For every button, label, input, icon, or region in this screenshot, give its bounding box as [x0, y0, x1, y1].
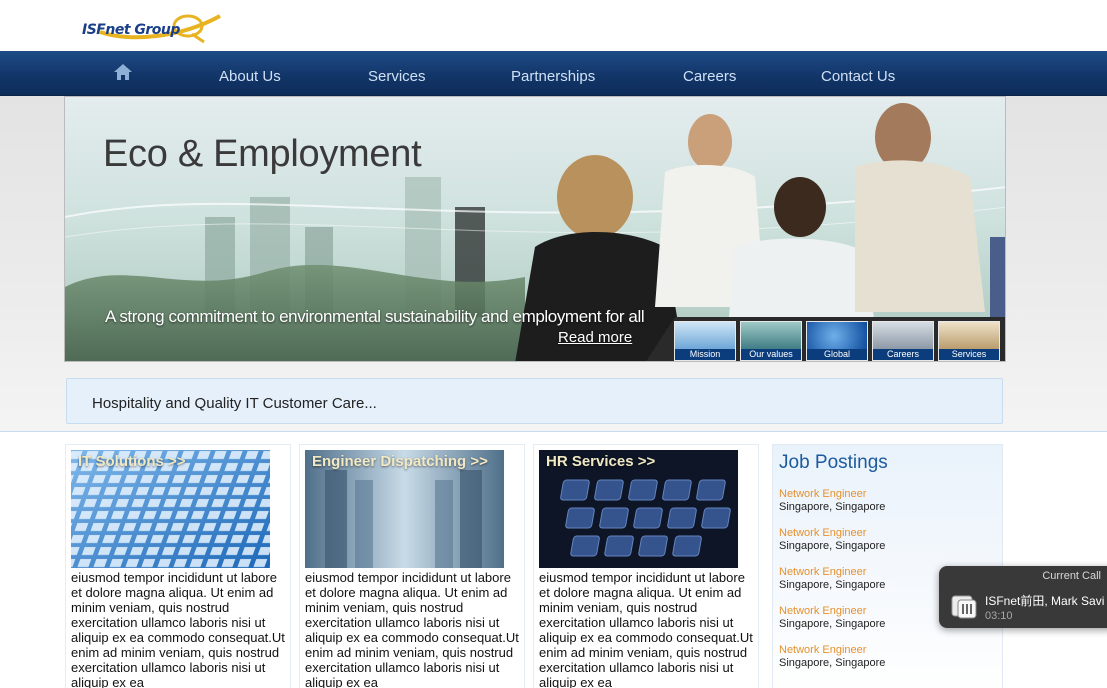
- job-posting: Network Engineer Singapore, Singapore: [779, 527, 979, 553]
- nav-contact-us[interactable]: Contact Us: [821, 51, 895, 96]
- customer-care-text: Hospitality and Quality IT Customer Care…: [92, 395, 377, 412]
- hr-services-column: HR Services >> eiusmod tempor incididunt…: [533, 444, 759, 688]
- hero-title: Eco & Employment: [103, 133, 422, 175]
- nav-partnerships[interactable]: Partnerships: [511, 51, 595, 96]
- job-posting: Network Engineer Singapore, Singapore: [779, 644, 979, 670]
- thumb-our-values[interactable]: Our values: [740, 321, 802, 361]
- it-solutions-image[interactable]: IT Solutions >>: [71, 450, 270, 568]
- globe-thumbnail-image: [807, 322, 867, 350]
- main-nav: About Us Services Partnerships Careers C…: [0, 51, 1107, 96]
- thumb-careers[interactable]: Careers: [872, 321, 934, 361]
- job-title-link[interactable]: Network Engineer: [779, 488, 979, 501]
- hero-tagline: A strong commitment to environmental sus…: [105, 307, 645, 326]
- thumb-services[interactable]: Services: [938, 321, 1000, 361]
- job-location: Singapore, Singapore: [779, 540, 886, 552]
- header-logo-bar: ISFnet Group: [0, 0, 1107, 51]
- engineer-dispatching-link[interactable]: Engineer Dispatching >>: [312, 453, 488, 470]
- thumb-label: Our values: [741, 349, 801, 360]
- site-logo[interactable]: ISFnet Group: [80, 8, 228, 44]
- thumb-label: Careers: [873, 349, 933, 360]
- home-icon[interactable]: [113, 62, 133, 82]
- nav-services[interactable]: Services: [368, 51, 426, 96]
- thumb-mission[interactable]: Mission: [674, 321, 736, 361]
- thumb-label: Mission: [675, 349, 735, 360]
- phone-app-icon: [950, 592, 978, 620]
- job-title-link[interactable]: Network Engineer: [779, 527, 979, 540]
- nav-about-us[interactable]: About Us: [219, 51, 281, 96]
- customer-care-banner: Hospitality and Quality IT Customer Care…: [66, 378, 1003, 424]
- logo-text: ISFnet Group: [82, 22, 180, 38]
- caller-name: ISFnet前田, Mark Savi: [985, 594, 1105, 608]
- call-header: Current Call: [1042, 570, 1101, 582]
- job-location: Singapore, Singapore: [779, 657, 886, 669]
- mission-thumbnail-image: [675, 322, 735, 350]
- job-location: Singapore, Singapore: [779, 501, 886, 513]
- job-posting: Network Engineer Singapore, Singapore: [779, 488, 979, 514]
- hero-banner: Eco & Employment A strong commitment to …: [64, 96, 1006, 362]
- call-duration: 03:10: [985, 610, 1013, 622]
- read-more-link[interactable]: Read more: [558, 329, 632, 346]
- careers-thumbnail-image: [873, 322, 933, 350]
- values-thumbnail-image: [741, 322, 801, 350]
- engineer-dispatching-text: eiusmod tempor incididunt ut labore et d…: [305, 570, 519, 688]
- thumb-label: Global: [807, 349, 867, 360]
- engineer-dispatching-image[interactable]: Engineer Dispatching >>: [305, 450, 504, 568]
- hr-services-text: eiusmod tempor incididunt ut labore et d…: [539, 570, 753, 688]
- thumb-global[interactable]: Global: [806, 321, 868, 361]
- nav-careers[interactable]: Careers: [683, 51, 736, 96]
- it-solutions-column: IT Solutions >> eiusmod tempor incididun…: [65, 444, 291, 688]
- job-title-link[interactable]: Network Engineer: [779, 644, 979, 657]
- hr-services-image[interactable]: HR Services >>: [539, 450, 738, 568]
- it-solutions-text: eiusmod tempor incididunt ut labore et d…: [71, 570, 285, 688]
- current-call-notification[interactable]: Current Call ISFnet前田, Mark Savi 03:10: [939, 566, 1107, 628]
- it-solutions-link[interactable]: IT Solutions >>: [78, 453, 186, 470]
- thumb-label: Services: [939, 349, 999, 360]
- engineer-dispatching-column: Engineer Dispatching >> eiusmod tempor i…: [299, 444, 525, 688]
- services-thumbnail-image: [939, 322, 999, 350]
- job-postings-title: Job Postings: [779, 452, 888, 473]
- hr-services-link[interactable]: HR Services >>: [546, 453, 655, 470]
